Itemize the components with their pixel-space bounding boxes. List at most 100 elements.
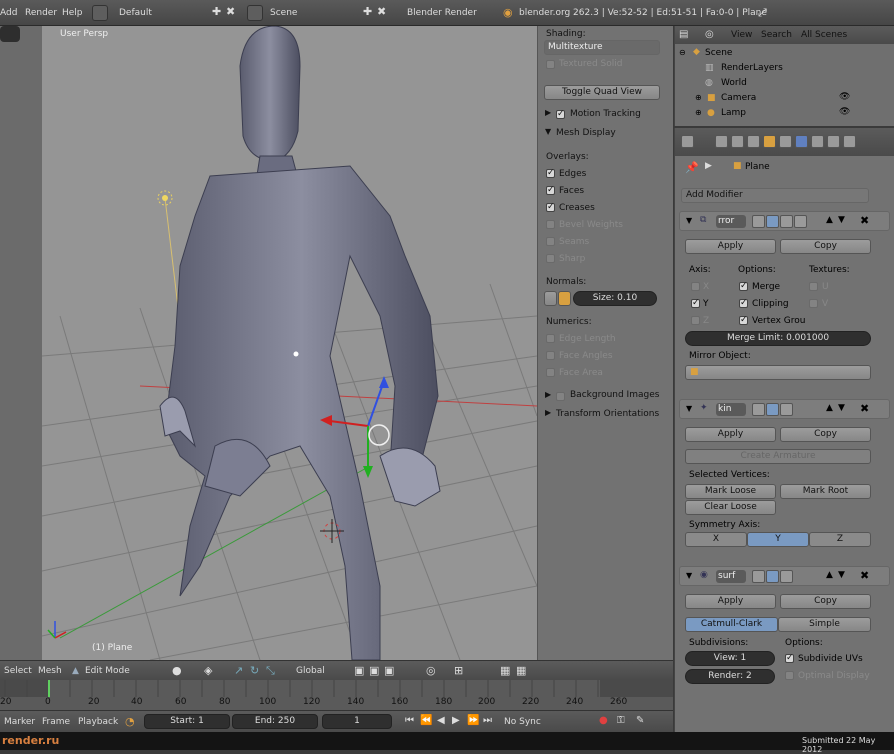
merge-checkbox[interactable]: ✓ xyxy=(739,282,748,291)
skin-copy-button[interactable]: Copy xyxy=(780,427,871,442)
symmetry-y-toggle[interactable]: Y xyxy=(747,532,809,547)
lamp-expand-icon[interactable]: ⊕ xyxy=(695,108,702,117)
display-mode-icon[interactable]: ◎ xyxy=(705,29,714,40)
view-levels-field[interactable]: View: 1 xyxy=(685,651,775,666)
outliner-item-lamp[interactable]: Lamp xyxy=(721,108,746,118)
material-tab-icon[interactable] xyxy=(827,135,840,148)
play-icon[interactable]: ▶ xyxy=(452,715,460,726)
subsurf-move-down-icon[interactable]: ▼ xyxy=(838,570,845,580)
outliner-view-menu[interactable]: View xyxy=(731,30,752,40)
3d-viewport[interactable]: User Persp (1) Plane xyxy=(0,26,537,660)
current-frame-field[interactable]: 1 xyxy=(322,714,392,729)
subsurf-editmode-icon[interactable] xyxy=(780,570,793,583)
skin-editmode-icon[interactable] xyxy=(780,403,793,416)
skin-move-down-icon[interactable]: ▼ xyxy=(838,403,845,413)
mode-dropdown[interactable]: Edit Mode xyxy=(85,666,130,676)
motion-tracking-expand-icon[interactable]: ▶ xyxy=(545,108,551,117)
subsurf-apply-button[interactable]: Apply xyxy=(685,594,776,609)
render-engine[interactable]: Blender Render xyxy=(407,8,477,18)
scene-name[interactable]: Scene xyxy=(270,8,297,18)
skin-collapse-icon[interactable]: ▼ xyxy=(686,404,692,413)
mark-loose-button[interactable]: Mark Loose xyxy=(685,484,776,499)
subsurf-move-up-icon[interactable]: ▲ xyxy=(826,570,833,580)
pin-icon[interactable]: 📌 xyxy=(685,161,699,174)
clipping-checkbox[interactable]: ✓ xyxy=(739,299,748,308)
marker-menu[interactable]: Marker xyxy=(4,717,35,727)
jump-start-icon[interactable]: ⏮ xyxy=(405,715,414,726)
mirror-move-up-icon[interactable]: ▲ xyxy=(826,215,833,225)
render-image-icon[interactable]: ▦ xyxy=(500,664,510,677)
render-animation-icon[interactable]: ▦ xyxy=(516,664,526,677)
subsurf-copy-button[interactable]: Copy xyxy=(780,594,871,609)
axis-z-checkbox[interactable] xyxy=(691,316,700,325)
creases-checkbox[interactable]: ✓ xyxy=(546,203,555,212)
end-frame-field[interactable]: End: 250 xyxy=(232,714,318,729)
normal-size-field[interactable]: Size: 0.10 xyxy=(573,291,657,306)
transform-orientations-label[interactable]: Transform Orientations xyxy=(556,409,659,419)
layout-name[interactable]: Default xyxy=(119,8,152,18)
symmetry-z-toggle[interactable]: Z xyxy=(809,532,871,547)
outliner-item-world[interactable]: World xyxy=(721,78,747,88)
mirror-editmode-icon[interactable] xyxy=(780,215,793,228)
mirror-copy-button[interactable]: Copy xyxy=(780,239,871,254)
manipulator-translate-icon[interactable]: ↗ xyxy=(234,664,243,677)
seams-checkbox[interactable] xyxy=(546,237,555,246)
subsurf-name-field[interactable]: surf xyxy=(716,570,746,583)
motion-tracking-checkbox[interactable]: ✓ xyxy=(556,110,565,119)
merge-limit-field[interactable]: Merge Limit: 0.001000 xyxy=(685,331,871,346)
screen-layout-icon[interactable] xyxy=(92,5,108,21)
mirror-move-down-icon[interactable]: ▼ xyxy=(838,215,845,225)
mirror-apply-button[interactable]: Apply xyxy=(685,239,776,254)
background-images-expand-icon[interactable]: ▶ xyxy=(545,390,551,399)
edge-select-icon[interactable]: ▣ xyxy=(369,664,379,677)
outliner-search-menu[interactable]: Search xyxy=(761,30,792,40)
mirror-name-field[interactable]: rror xyxy=(716,215,746,228)
simple-toggle[interactable]: Simple xyxy=(778,617,871,632)
data-tab-icon[interactable] xyxy=(811,135,824,148)
toggle-quad-view-button[interactable]: Toggle Quad View xyxy=(544,85,660,100)
proportional-edit-icon[interactable]: ◎ xyxy=(426,664,436,677)
close-scene-icon[interactable]: ✖ xyxy=(377,5,386,18)
world-tab-icon[interactable] xyxy=(747,135,760,148)
motion-tracking-label[interactable]: Motion Tracking xyxy=(570,109,641,119)
axis-x-checkbox[interactable] xyxy=(691,282,700,291)
face-angles-checkbox[interactable] xyxy=(546,351,555,360)
scene-icon[interactable] xyxy=(247,5,263,21)
catmull-clark-toggle[interactable]: Catmull-Clark xyxy=(685,617,778,632)
scene-collapse-icon[interactable]: ⊖ xyxy=(679,48,686,57)
mesh-display-collapse-icon[interactable]: ▼ xyxy=(545,127,551,136)
u-checkbox[interactable] xyxy=(809,282,818,291)
shading-dropdown[interactable]: Multitexture xyxy=(544,40,660,55)
mirror-realtime-icon[interactable] xyxy=(766,215,779,228)
play-reverse-icon[interactable]: ◀ xyxy=(437,715,445,726)
jump-prev-key-icon[interactable]: ⏪ xyxy=(420,715,432,726)
mirror-render-icon[interactable] xyxy=(752,215,765,228)
outliner-item-scene[interactable]: Scene xyxy=(705,48,732,58)
texture-tab-icon[interactable] xyxy=(843,135,856,148)
close-layout-icon[interactable]: ✖ xyxy=(226,5,235,18)
sharp-checkbox[interactable] xyxy=(546,254,555,263)
keying-set-icon[interactable]: ⚿ xyxy=(617,715,625,726)
background-images-checkbox[interactable] xyxy=(556,392,565,401)
scene-tab-icon[interactable] xyxy=(731,135,744,148)
viewport-shading-icon[interactable]: ● xyxy=(172,664,182,677)
menu-help[interactable]: Help xyxy=(62,8,83,18)
symmetry-x-toggle[interactable]: X xyxy=(685,532,747,547)
mesh-menu[interactable]: Mesh xyxy=(38,666,62,676)
manipulator-scale-icon[interactable]: ⤡ xyxy=(266,664,275,678)
vertex-groups-checkbox[interactable]: ✓ xyxy=(739,316,748,325)
record-icon[interactable]: ● xyxy=(599,715,608,726)
vertex-normals-icon[interactable] xyxy=(544,291,557,306)
orientation-dropdown[interactable]: Global xyxy=(296,666,325,676)
editor-type-icon[interactable] xyxy=(681,135,694,148)
auto-keying-icon[interactable]: ✎ xyxy=(636,715,644,726)
skin-apply-button[interactable]: Apply xyxy=(685,427,776,442)
skin-name-field[interactable]: kin xyxy=(716,403,746,416)
jump-next-key-icon[interactable]: ⏩ xyxy=(467,715,479,726)
v-checkbox[interactable] xyxy=(809,299,818,308)
timeline-clock-icon[interactable]: ◔ xyxy=(125,715,135,728)
mirror-remove-icon[interactable]: ✖ xyxy=(860,214,869,227)
create-armature-button[interactable]: Create Armature xyxy=(685,449,871,464)
jump-end-icon[interactable]: ⏭ xyxy=(483,715,492,726)
subsurf-collapse-icon[interactable]: ▼ xyxy=(686,571,692,580)
